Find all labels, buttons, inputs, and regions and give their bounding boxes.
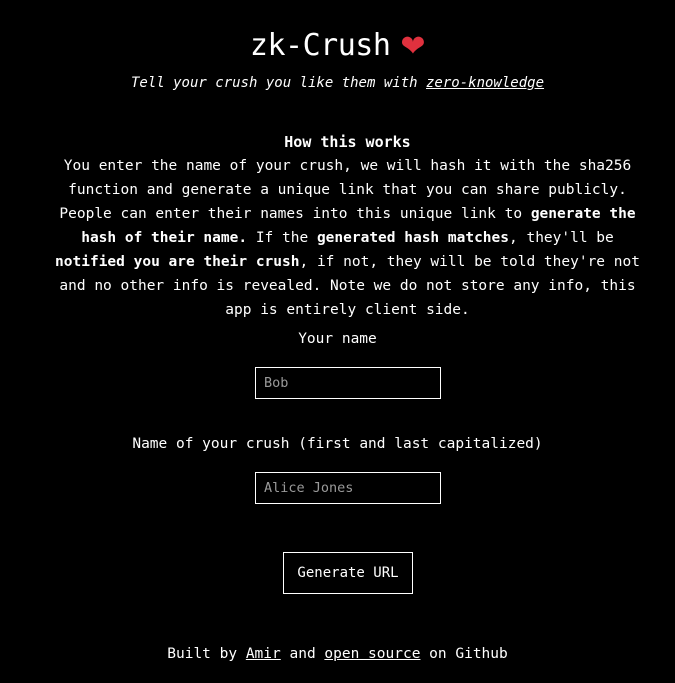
open-source-link[interactable]: open source [324, 646, 420, 662]
footer-text: Built by [167, 646, 246, 662]
subtitle: Tell your crush you like them with zero-… [0, 75, 675, 91]
footer-text: and [280, 646, 325, 662]
description-bold: notified you are their crush [55, 254, 300, 270]
app-title: zk-Crush [249, 28, 391, 63]
author-link[interactable]: Amir [246, 646, 281, 662]
zero-knowledge-link[interactable]: zero-knowledge [426, 75, 544, 91]
heart-icon: ❤ [400, 29, 426, 64]
how-it-works-title: How this works [284, 133, 411, 151]
subtitle-text: Tell your crush you like them with [130, 75, 426, 91]
crush-name-label: Name of your crush (first and last capit… [132, 436, 543, 452]
description-bold: generated hash matches [316, 230, 509, 246]
your-name-input[interactable] [255, 367, 441, 399]
description-text: If the [247, 230, 317, 246]
footer-text: on Github [420, 646, 508, 662]
footer: Built by Amir and open source on Github [0, 646, 675, 662]
generate-url-button[interactable]: Generate URL [283, 552, 413, 594]
how-it-works-section: How this works You enter the name of you… [45, 130, 650, 322]
how-it-works-description: You enter the name of your crush, we wil… [45, 154, 650, 322]
page-title: zk-Crush ❤ [0, 28, 675, 64]
your-name-label: Your name [298, 331, 377, 347]
description-text: , they'll be [509, 230, 614, 246]
crush-name-input[interactable] [255, 472, 441, 504]
